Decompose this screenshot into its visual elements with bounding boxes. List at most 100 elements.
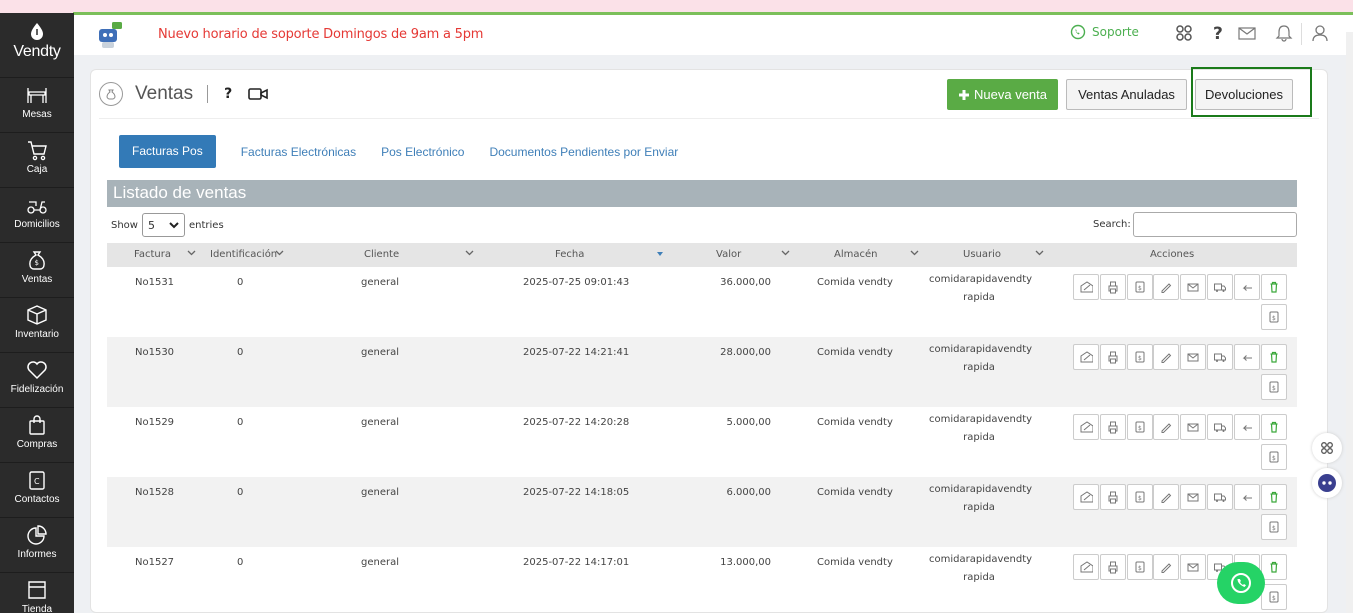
- vendty-logo-icon: [31, 23, 43, 40]
- video-icon[interactable]: [248, 87, 269, 101]
- brand-logo[interactable]: Vendty: [0, 19, 74, 77]
- refund-button[interactable]: $: [1126, 554, 1153, 580]
- page-scrollbar[interactable]: [1346, 32, 1353, 613]
- sidebar-item-contactos[interactable]: C Contactos: [0, 462, 74, 516]
- sidebar-item-compras[interactable]: Compras: [0, 407, 74, 461]
- credit-note-button[interactable]: $: [1260, 584, 1287, 610]
- sort-chevron-icon[interactable]: [187, 250, 196, 256]
- sidebar-item-mesas[interactable]: Mesas: [0, 77, 74, 131]
- share-button[interactable]: [1073, 344, 1099, 370]
- tab-documentos-pendientes[interactable]: Documentos Pendientes por Enviar: [489, 145, 678, 159]
- bell-icon[interactable]: [1274, 23, 1294, 43]
- delete-button[interactable]: [1260, 554, 1287, 580]
- truck-button[interactable]: [1207, 274, 1233, 300]
- email-button[interactable]: [1180, 554, 1207, 580]
- share-button[interactable]: [1073, 274, 1099, 300]
- delete-button[interactable]: [1260, 414, 1287, 440]
- edit-button[interactable]: [1153, 414, 1180, 440]
- apps-float-button[interactable]: [1312, 433, 1342, 463]
- col-cliente[interactable]: Cliente: [364, 249, 399, 260]
- refund-button[interactable]: $: [1126, 484, 1153, 510]
- sidebar-item-domicilios[interactable]: Domicilios: [0, 187, 74, 241]
- chatbot-icon[interactable]: [94, 20, 124, 50]
- email-button[interactable]: [1180, 344, 1207, 370]
- refund-icon: $: [1135, 281, 1145, 293]
- edit-button[interactable]: [1153, 484, 1180, 510]
- sidebar-item-tienda[interactable]: Tienda: [0, 572, 74, 613]
- usuario-line-1: comidarapidavendty: [929, 414, 1033, 425]
- sort-chevron-icon[interactable]: [910, 250, 919, 256]
- sidebar-item-ventas[interactable]: $ Ventas: [0, 242, 74, 296]
- table-row: No1530 0 general 2025-07-22 14:21:41 28.000,…: [107, 337, 1297, 407]
- edit-button[interactable]: [1153, 274, 1180, 300]
- refund-button[interactable]: $: [1126, 414, 1153, 440]
- share-button[interactable]: [1073, 484, 1099, 510]
- truck-button[interactable]: [1207, 344, 1233, 370]
- truck-button[interactable]: [1207, 484, 1233, 510]
- email-button[interactable]: [1180, 414, 1207, 440]
- returns-button[interactable]: Devoluciones: [1195, 79, 1293, 110]
- refund-button[interactable]: $: [1126, 344, 1153, 370]
- new-sale-button[interactable]: Nueva venta: [947, 79, 1058, 110]
- credit-note-button[interactable]: $: [1260, 514, 1287, 540]
- tab-facturas-pos[interactable]: Facturas Pos: [119, 135, 216, 168]
- col-identificacion[interactable]: Identificación: [210, 249, 277, 260]
- support-link[interactable]: Soporte: [1070, 24, 1139, 40]
- email-button[interactable]: [1180, 484, 1207, 510]
- whatsapp-float-button[interactable]: [1217, 562, 1265, 604]
- return-button[interactable]: [1233, 484, 1260, 510]
- col-fecha[interactable]: Fecha: [555, 249, 584, 260]
- print-button[interactable]: [1099, 484, 1126, 510]
- help-icon[interactable]: ?: [1207, 23, 1227, 43]
- delete-button[interactable]: [1260, 344, 1287, 370]
- col-usuario[interactable]: Usuario: [963, 249, 1001, 260]
- share-button[interactable]: [1073, 554, 1099, 580]
- sidebar-item-fidelizacin[interactable]: Fidelización: [0, 352, 74, 406]
- sort-chevron-icon[interactable]: [465, 250, 474, 256]
- delete-button[interactable]: [1260, 484, 1287, 510]
- entries-select[interactable]: 5: [141, 213, 185, 237]
- sidebar-item-informes[interactable]: Informes: [0, 517, 74, 571]
- credit-note-button[interactable]: $: [1260, 444, 1287, 470]
- print-button[interactable]: [1099, 344, 1126, 370]
- svg-text:$: $: [1272, 455, 1276, 462]
- tab-pos-electronico[interactable]: Pos Electrónico: [381, 145, 464, 159]
- return-button[interactable]: [1233, 344, 1260, 370]
- sort-chevron-icon[interactable]: [275, 250, 284, 256]
- usuario-line-2: rapida: [963, 432, 995, 443]
- help-button[interactable]: ?: [224, 86, 232, 102]
- email-button[interactable]: [1180, 274, 1207, 300]
- credit-note-button[interactable]: $: [1260, 304, 1287, 330]
- print-button[interactable]: [1099, 554, 1126, 580]
- sort-chevron-icon[interactable]: [1035, 250, 1044, 256]
- svg-text:$: $: [1138, 425, 1142, 432]
- tab-facturas-electronicas[interactable]: Facturas Electrónicas: [241, 145, 356, 159]
- sort-desc-icon[interactable]: [657, 252, 663, 256]
- search-input[interactable]: [1132, 212, 1297, 237]
- truck-button[interactable]: [1207, 414, 1233, 440]
- delete-icon: [1270, 351, 1278, 363]
- col-factura[interactable]: Factura: [134, 249, 171, 260]
- delete-button[interactable]: [1260, 274, 1287, 300]
- refund-button[interactable]: $: [1126, 274, 1153, 300]
- sidebar-item-caja[interactable]: Caja: [0, 132, 74, 186]
- print-button[interactable]: [1099, 414, 1126, 440]
- edit-button[interactable]: [1153, 554, 1180, 580]
- voided-sales-button[interactable]: Ventas Anuladas: [1066, 79, 1187, 110]
- cell-almacen: Comida vendty: [817, 417, 893, 428]
- col-valor[interactable]: Valor: [716, 249, 741, 260]
- sidebar-item-inventario[interactable]: Inventario: [0, 297, 74, 351]
- col-almacen[interactable]: Almacén: [834, 249, 877, 260]
- assistant-float-button[interactable]: [1312, 468, 1342, 498]
- credit-note-button[interactable]: $: [1260, 374, 1287, 400]
- edit-button[interactable]: [1153, 344, 1180, 370]
- share-button[interactable]: [1073, 414, 1099, 440]
- return-button[interactable]: [1233, 414, 1260, 440]
- apps-grid-icon[interactable]: [1174, 23, 1194, 43]
- share-icon: [1080, 351, 1093, 363]
- return-button[interactable]: [1233, 274, 1260, 300]
- user-icon[interactable]: [1310, 23, 1330, 43]
- mail-icon[interactable]: [1237, 23, 1257, 43]
- print-button[interactable]: [1099, 274, 1126, 300]
- sort-chevron-icon[interactable]: [781, 250, 790, 256]
